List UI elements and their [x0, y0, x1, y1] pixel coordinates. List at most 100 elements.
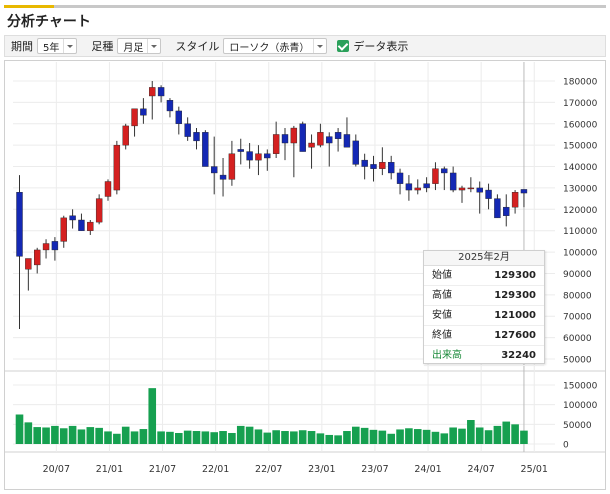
candle-up [228, 153, 236, 180]
volume-bar [175, 432, 183, 444]
volume-bar [369, 429, 378, 444]
candle-down [343, 134, 351, 148]
volume-bar [281, 431, 289, 444]
x-tick-label: 22/01 [202, 464, 229, 475]
tooltip-high-value: 129300 [494, 290, 536, 301]
volume-bar [245, 426, 254, 444]
volume-bar [201, 431, 210, 444]
y-tick-label: 60000 [563, 334, 592, 344]
volume-bar [51, 425, 59, 444]
candle-up [317, 132, 324, 146]
volume-bar [360, 427, 369, 444]
volume-bar [290, 431, 298, 444]
tooltip-row-low: 安値 121000 [424, 306, 544, 326]
tooltip-volume-value: 32240 [501, 350, 536, 361]
tooltip-open-value: 129300 [494, 270, 536, 281]
y-tick-label: 100000 [563, 249, 598, 259]
candle-down [449, 172, 457, 191]
volume-bar [272, 430, 280, 444]
volume-bar [183, 430, 192, 444]
volume-bar [24, 422, 33, 444]
volume-bar [263, 432, 272, 444]
volume-bar [298, 430, 307, 444]
candle-up [131, 108, 138, 127]
volume-bar [378, 430, 387, 444]
candle-down [326, 136, 333, 144]
candle-down [246, 151, 253, 161]
candle-down [485, 189, 492, 199]
y-tick-label: 150000 [563, 142, 598, 152]
volume-bar [422, 429, 431, 444]
volume-bar [210, 432, 218, 444]
tooltip-volume-label: 出来高 [432, 350, 462, 361]
volume-tick-label: 150000 [563, 382, 598, 392]
candle-down [219, 174, 227, 180]
candle-up [379, 162, 386, 169]
volume-bar [139, 429, 148, 444]
candle-up [122, 125, 129, 146]
candle-down [476, 187, 483, 193]
candle-up [95, 198, 103, 223]
candle-down [361, 159, 368, 167]
candle-down [352, 140, 359, 165]
candle-down [175, 110, 183, 124]
volume-bar [86, 427, 95, 444]
y-tick-label: 50000 [563, 356, 592, 366]
volume-bar [228, 432, 236, 444]
tooltip-close-value: 127600 [494, 330, 536, 341]
candle-down [166, 100, 174, 112]
volume-bar [42, 427, 50, 444]
candle-up [511, 191, 519, 208]
candle-up [87, 221, 94, 231]
volume-tick-label: 0 [563, 441, 569, 451]
candle-down [51, 241, 59, 251]
x-tick-label: 25/01 [521, 464, 548, 475]
candle-down [16, 191, 23, 257]
candle-up [149, 87, 156, 97]
y-tick-label: 110000 [563, 227, 598, 237]
tooltip-date: 2025年2月 [424, 251, 544, 266]
volume-bar [15, 414, 24, 444]
candle-down [388, 162, 395, 174]
candle-up [25, 258, 32, 270]
candle-down [423, 183, 430, 189]
tooltip-low-value: 121000 [494, 310, 536, 321]
volume-bar [493, 425, 502, 444]
candle-down [370, 164, 377, 169]
candle-up [458, 187, 466, 191]
x-tick-label: 24/07 [467, 464, 494, 475]
volume-bar [387, 433, 395, 444]
tooltip-row-close: 終値 127600 [424, 326, 544, 346]
candle-down [193, 132, 200, 142]
candle-down [157, 87, 165, 97]
candle-down [299, 123, 306, 152]
candle-down [264, 153, 271, 159]
candlestick-chart[interactable]: 180000 170000 160000 150000 140000 130000 1200… [0, 0, 610, 494]
y-tick-label: 170000 [563, 99, 598, 109]
y-tick-label: 120000 [563, 206, 598, 216]
candle-up [34, 249, 41, 266]
volume-bar [157, 431, 165, 444]
candle-down [202, 132, 209, 167]
volume-bar [68, 425, 77, 444]
volume-bar [405, 428, 413, 444]
volume-bar [95, 427, 103, 444]
candle-down [210, 166, 218, 174]
volume-bar [334, 435, 342, 444]
tooltip-row-volume: 出来高 32240 [424, 346, 544, 366]
volume-bar [475, 427, 484, 444]
candle-up [42, 243, 50, 251]
candle-down [140, 108, 147, 116]
volume-bar [219, 431, 227, 444]
volume-bar [520, 430, 528, 444]
y-tick-label: 160000 [563, 120, 598, 130]
candle-down [334, 132, 342, 139]
candle-down [78, 219, 85, 231]
candle-down [520, 189, 528, 194]
data-tooltip: 2025年2月 始値 129300 高値 129300 安値 121000 終値 127… [423, 250, 545, 366]
volume-bar [77, 429, 86, 444]
volume-bar [307, 431, 316, 444]
tooltip-high-label: 高値 [432, 290, 452, 301]
candle-up [290, 127, 298, 144]
volume-bar [236, 425, 245, 444]
